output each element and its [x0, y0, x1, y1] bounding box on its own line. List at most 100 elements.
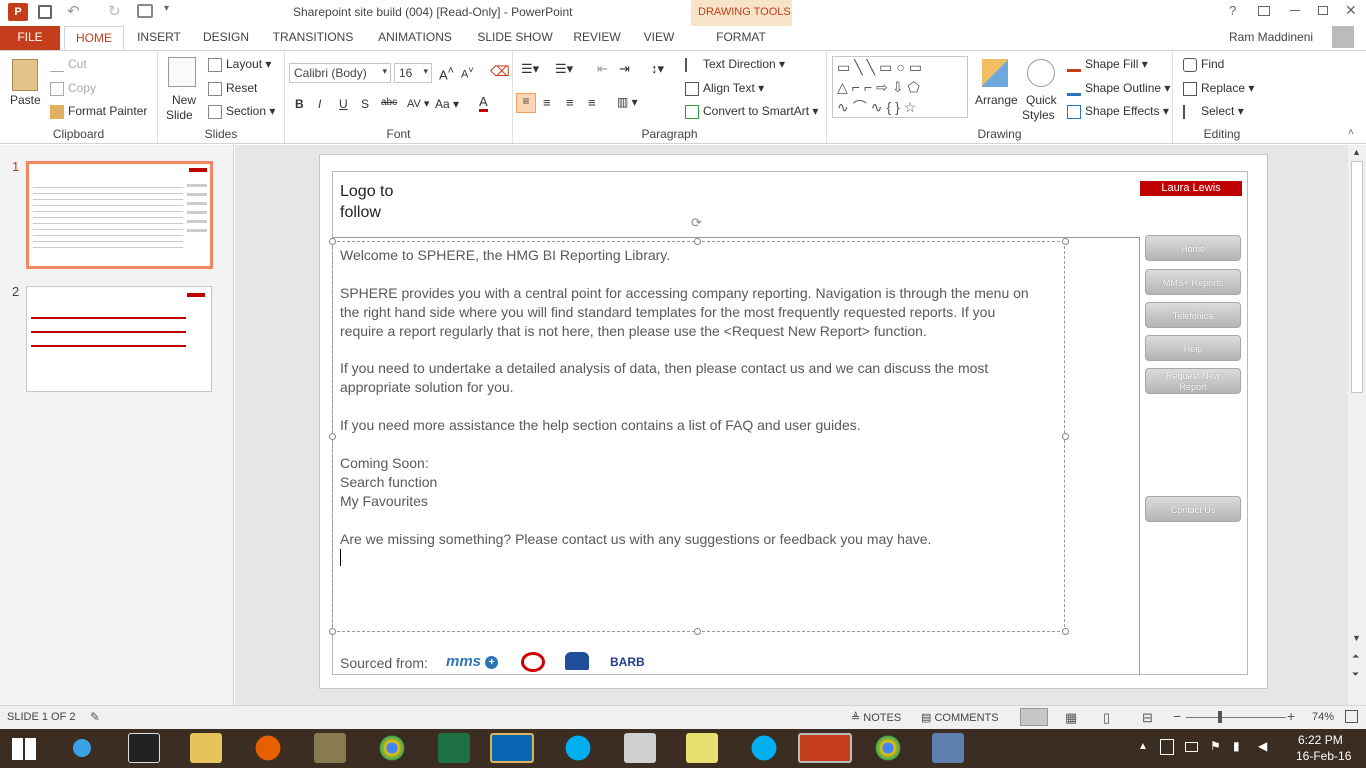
bullets-icon[interactable]: ☰▾ [521, 61, 539, 77]
slide-sorter-icon[interactable]: ▦ [1065, 710, 1077, 726]
quick-styles-label-2[interactable]: Styles [1022, 108, 1055, 122]
collapse-ribbon-icon[interactable]: ˄ [1348, 127, 1354, 138]
resize-handle[interactable] [329, 628, 336, 635]
app-z-icon[interactable] [128, 733, 160, 763]
skype-business-icon[interactable] [748, 733, 780, 763]
save-icon[interactable] [38, 5, 52, 19]
scroll-down-icon[interactable]: ▼ [1352, 633, 1361, 643]
nav-telefonica-button[interactable]: Telefonica [1145, 302, 1241, 328]
paste-icon[interactable] [12, 59, 38, 91]
arrange-button[interactable]: Arrange [975, 93, 1018, 107]
zoom-slider-thumb[interactable] [1218, 711, 1222, 723]
reading-view-icon[interactable]: ▯ [1103, 710, 1110, 726]
outlook-icon[interactable] [490, 733, 534, 763]
font-color-button[interactable]: A [479, 95, 488, 112]
tray-z-icon[interactable] [1160, 739, 1174, 755]
zoom-level[interactable]: 74% [1312, 711, 1334, 723]
convert-smartart-button[interactable]: Convert to SmartArt ▾ [685, 104, 818, 119]
resize-handle[interactable] [1062, 433, 1069, 440]
section-button[interactable]: Section ▾ [208, 104, 275, 119]
skype-icon[interactable] [562, 733, 594, 763]
tab-slide-show[interactable]: SLIDE SHOW [474, 26, 556, 50]
tray-flag-icon[interactable]: ⚑ [1210, 739, 1221, 753]
resize-handle[interactable] [329, 433, 336, 440]
strikethrough-button[interactable]: abc [381, 97, 397, 108]
font-name-select[interactable]: Calibri (Body) ▾ [289, 63, 391, 83]
align-text-button[interactable]: Align Text ▾ [685, 81, 764, 96]
italic-button[interactable]: I [318, 97, 321, 111]
bold-button[interactable]: B [295, 97, 304, 111]
new-slide-icon[interactable] [168, 57, 196, 87]
nav-home-button[interactable]: Home [1145, 235, 1241, 261]
quick-styles-icon[interactable] [1027, 59, 1055, 87]
cut-button[interactable]: Cut [50, 57, 87, 72]
snipping-tool-icon[interactable] [624, 733, 656, 763]
zoom-in-icon[interactable]: + [1287, 708, 1295, 724]
slide-show-icon[interactable]: ⊟ [1142, 710, 1153, 726]
align-left-button[interactable]: ≡ [516, 93, 536, 113]
remote-desktop-icon[interactable] [932, 733, 964, 763]
close-icon[interactable]: ✕ [1345, 2, 1357, 19]
internet-explorer-icon[interactable] [66, 733, 98, 763]
sticky-notes-icon[interactable] [686, 733, 718, 763]
columns-icon[interactable]: ▥ ▾ [617, 95, 638, 109]
find-button[interactable]: Find [1183, 57, 1224, 72]
chrome-icon[interactable] [376, 733, 408, 763]
shrink-font-icon[interactable]: A˅ [461, 65, 474, 81]
slide-thumbnail-2[interactable] [26, 286, 212, 392]
nav-contact-us-button[interactable]: Contact Us [1145, 496, 1241, 522]
tab-insert[interactable]: INSERT [132, 26, 186, 50]
shape-fill-button[interactable]: Shape Fill ▾ [1067, 57, 1148, 72]
clock-date[interactable]: 16-Feb-16 [1296, 749, 1351, 763]
tab-format[interactable]: FORMAT [710, 26, 772, 50]
increase-indent-icon[interactable]: ⇥ [619, 61, 630, 77]
select-button[interactable]: Select ▾ [1183, 104, 1244, 119]
vertical-scrollbar[interactable]: ▲ ▼ ⏶ ⏷ [1348, 145, 1366, 705]
file-explorer-icon[interactable] [190, 733, 222, 763]
scroll-thumb[interactable] [1351, 161, 1363, 393]
arrange-icon[interactable] [982, 59, 1008, 87]
reset-button[interactable]: Reset [208, 81, 257, 96]
normal-view-icon[interactable] [1020, 708, 1048, 726]
redo-icon[interactable]: ↻ [108, 2, 121, 20]
excel-icon[interactable] [438, 733, 470, 763]
resize-handle[interactable] [694, 238, 701, 245]
char-spacing-icon[interactable]: AV ▾ [407, 97, 429, 110]
tab-file[interactable]: FILE [0, 26, 60, 50]
copy-button[interactable]: Copy [50, 81, 96, 96]
tab-view[interactable]: VIEW [638, 26, 680, 50]
tab-animations[interactable]: ANIMATIONS [372, 26, 458, 50]
tab-review[interactable]: REVIEW [570, 26, 624, 50]
align-center-icon[interactable]: ≡ [543, 95, 551, 110]
qat-customize-icon[interactable]: ▾ [164, 3, 169, 14]
font-size-select[interactable]: 16 ▾ [394, 63, 432, 83]
line-spacing-icon[interactable]: ↕▾ [651, 61, 664, 77]
layout-button[interactable]: Layout ▾ [208, 57, 271, 72]
underline-button[interactable]: U [339, 97, 348, 111]
decrease-indent-icon[interactable]: ⇤ [597, 61, 608, 77]
shapes-gallery[interactable]: ▭╲╲▭○▭ △⌐⌐⇨⇩⬠ ∿⌒∿{}☆ [832, 56, 968, 118]
format-painter-button[interactable]: Format Painter [50, 104, 147, 119]
ribbon-display-icon[interactable] [1258, 6, 1270, 16]
resize-handle[interactable] [694, 628, 701, 635]
firefox-icon[interactable] [252, 733, 284, 763]
tray-expand-icon[interactable]: ▲ [1138, 741, 1148, 752]
user-name[interactable]: Ram Maddineni [1229, 30, 1313, 44]
justify-icon[interactable]: ≡ [588, 95, 596, 110]
align-right-icon[interactable]: ≡ [566, 95, 574, 110]
nav-mms-reports-button[interactable]: MMS+ Reports [1145, 269, 1241, 295]
shadow-button[interactable]: S [361, 97, 369, 111]
slide-thumbnail-1[interactable] [26, 161, 213, 269]
resize-handle[interactable] [329, 238, 336, 245]
tray-mail-icon[interactable] [1185, 742, 1198, 752]
tab-home[interactable]: HOME [64, 26, 124, 50]
nav-help-button[interactable]: Help [1145, 335, 1241, 361]
comments-button[interactable]: ▤ COMMENTS [921, 711, 999, 724]
windows-start-icon[interactable] [12, 738, 36, 760]
nav-request-report-button[interactable]: Request New Report [1145, 368, 1241, 394]
tray-network-icon[interactable]: ▮ [1233, 739, 1240, 753]
user-avatar-icon[interactable] [1332, 26, 1354, 48]
rotate-handle-icon[interactable]: ⟳ [691, 215, 702, 231]
powerpoint-app-icon[interactable]: P [8, 3, 28, 21]
prev-slide-icon[interactable]: ⏶ [1352, 651, 1359, 662]
